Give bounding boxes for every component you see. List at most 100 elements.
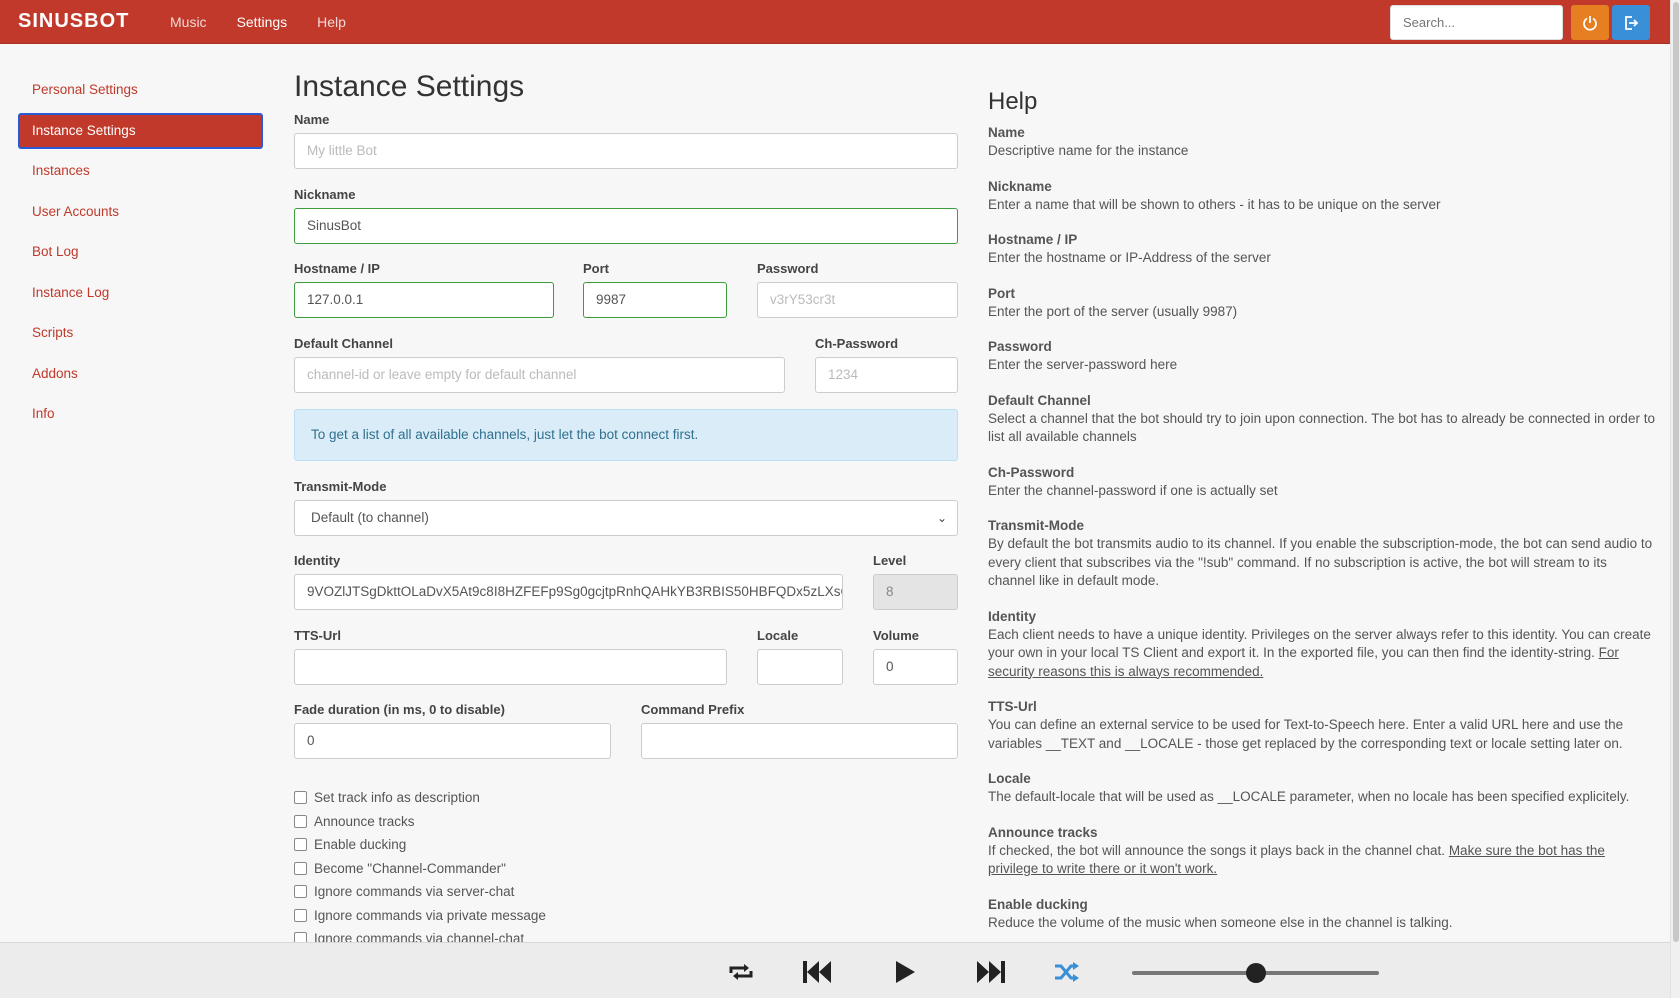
help-entry-text: By default the bot transmits audio to it… (988, 536, 1653, 588)
help-entry-text: Descriptive name for the instance (988, 143, 1189, 158)
sidebar-item-instances[interactable]: Instances (18, 153, 263, 189)
volume-input[interactable]: 0 (873, 649, 958, 685)
transmit-mode-group: Transmit-Mode Default (to channel) ⌄ (294, 479, 958, 536)
command-prefix-label: Command Prefix (641, 702, 745, 717)
logout-icon (1625, 15, 1639, 30)
sidebar-item-bot-log[interactable]: Bot Log (18, 234, 263, 270)
power-icon (1583, 15, 1597, 31)
checkbox[interactable] (294, 885, 307, 899)
tts-url-group: TTS-Url (294, 628, 727, 685)
help-entry-title: Hostname / IP (988, 232, 1078, 247)
checkbox-ignore-private-message[interactable]: Ignore commands via private message (294, 904, 546, 928)
options-checkboxes: Set track info as description Announce t… (294, 786, 546, 951)
checkbox[interactable] (294, 791, 307, 805)
navbar-actions (1390, 5, 1650, 40)
checkbox-label: Enable ducking (314, 837, 407, 853)
checkbox-announce-tracks[interactable]: Announce tracks (294, 810, 546, 834)
checkbox[interactable] (294, 861, 307, 875)
power-button[interactable] (1571, 5, 1609, 40)
help-title: Help (988, 88, 1038, 115)
identity-group: Identity 9VOZlJTSgDkttOLaDvX5At9c8I8HZFE… (294, 553, 843, 610)
ch-password-group: Ch-Password 1234 (815, 336, 958, 393)
tts-url-input[interactable] (294, 649, 727, 685)
password-label: Password (757, 261, 819, 276)
shuffle-icon (1055, 962, 1079, 982)
name-input[interactable]: My little Bot (294, 133, 958, 169)
help-entry-title: Name (988, 125, 1025, 140)
brand-logo[interactable]: SINUSBOT (18, 10, 170, 33)
next-icon (977, 961, 1005, 983)
hostname-input[interactable]: 127.0.0.1 (294, 282, 554, 318)
sidebar-item-info[interactable]: Info (18, 396, 263, 432)
help-entries: Name Descriptive name for the instance Nic… (988, 124, 1656, 932)
checkbox[interactable] (294, 838, 307, 852)
sidebar-item-scripts[interactable]: Scripts (18, 315, 263, 351)
sidebar-item-user-accounts[interactable]: User Accounts (18, 194, 263, 230)
identity-label: Identity (294, 553, 341, 568)
next-button[interactable] (974, 957, 1008, 987)
checkbox-ignore-server-chat[interactable]: Ignore commands via server-chat (294, 880, 546, 904)
channel-info-alert: To get a list of all available channels,… (294, 409, 958, 461)
port-label: Port (583, 261, 609, 276)
default-channel-input[interactable]: channel-id or leave empty for default ch… (294, 357, 785, 393)
level-input: 8 (873, 574, 958, 610)
sidebar-item-personal-settings[interactable]: Personal Settings (18, 72, 263, 108)
help-entry-title: Announce tracks (988, 824, 1098, 840)
sidebar-item-instance-log[interactable]: Instance Log (18, 275, 263, 311)
page-scrollbar[interactable] (1670, 0, 1680, 998)
help-entry-title: Password (988, 339, 1052, 354)
shuffle-button[interactable] (1050, 957, 1084, 987)
nickname-input[interactable]: SinusBot (294, 208, 958, 244)
play-button[interactable] (888, 957, 922, 987)
volume-slider[interactable] (1132, 963, 1379, 983)
repeat-button[interactable] (724, 957, 758, 987)
default-channel-label: Default Channel (294, 336, 393, 351)
locale-label: Locale (757, 628, 799, 643)
sidebar-item-instance-settings[interactable]: Instance Settings (18, 112, 263, 149)
name-label: Name (294, 112, 330, 127)
locale-input[interactable] (757, 649, 843, 685)
fade-label: Fade duration (in ms, 0 to disable) (294, 702, 505, 717)
port-input[interactable]: 9987 (583, 282, 727, 318)
tts-url-label: TTS-Url (294, 628, 341, 643)
level-label: Level (873, 553, 907, 568)
help-panel: Help Name Descriptive name for the instan… (988, 88, 1656, 946)
scrollbar-thumb[interactable] (1673, 2, 1679, 942)
play-icon (896, 961, 915, 983)
nav-help[interactable]: Help (317, 14, 346, 30)
nav-music[interactable]: Music (170, 14, 207, 30)
help-entry-title: Nickname (988, 178, 1052, 194)
transmit-mode-label: Transmit-Mode (294, 479, 387, 494)
checkbox[interactable] (294, 814, 307, 828)
help-entry-text: Enter the channel-password if one is act… (988, 482, 1278, 498)
help-entry-text: Enter a name that will be shown to other… (988, 196, 1441, 212)
nav-settings[interactable]: Settings (237, 14, 288, 30)
checkbox[interactable] (294, 908, 307, 922)
help-entry-title: Locale (988, 771, 1031, 786)
checkbox-label: Become "Channel-Commander" (314, 860, 506, 876)
help-entry-text: Select a channel that the bot should try… (988, 410, 1655, 445)
checkbox-channel-commander[interactable]: Become "Channel-Commander" (294, 857, 546, 881)
name-group: Name My little Bot (294, 112, 958, 169)
sidebar-item-addons[interactable]: Addons (18, 356, 263, 392)
ch-password-input[interactable]: 1234 (815, 357, 958, 393)
help-entry-title: Enable ducking (988, 896, 1088, 912)
logout-button[interactable] (1612, 5, 1650, 40)
previous-button[interactable] (800, 957, 834, 987)
help-entry-title: TTS-Url (988, 699, 1037, 714)
checkbox-track-info[interactable]: Set track info as description (294, 786, 546, 810)
nickname-group: Nickname SinusBot (294, 187, 958, 244)
transmit-mode-select[interactable]: Default (to channel) ⌄ (294, 500, 958, 536)
level-group: Level 8 (873, 553, 958, 610)
fade-input[interactable]: 0 (294, 723, 611, 759)
identity-input[interactable]: 9VOZlJTSgDkttOLaDvX5At9c8I8HZFEFp9Sg0gcj… (294, 574, 843, 610)
search-input[interactable] (1390, 5, 1563, 40)
password-input[interactable]: v3rY53cr3t (757, 282, 958, 318)
volume-slider-handle[interactable] (1245, 963, 1266, 983)
password-group: Password v3rY53cr3t (757, 261, 958, 318)
command-prefix-input[interactable] (641, 723, 958, 759)
checkbox-enable-ducking[interactable]: Enable ducking (294, 833, 546, 857)
fade-group: Fade duration (in ms, 0 to disable) 0 (294, 702, 611, 759)
help-entry-title: Port (988, 285, 1015, 301)
help-entry-text: Reduce the volume of the music when some… (988, 914, 1453, 930)
